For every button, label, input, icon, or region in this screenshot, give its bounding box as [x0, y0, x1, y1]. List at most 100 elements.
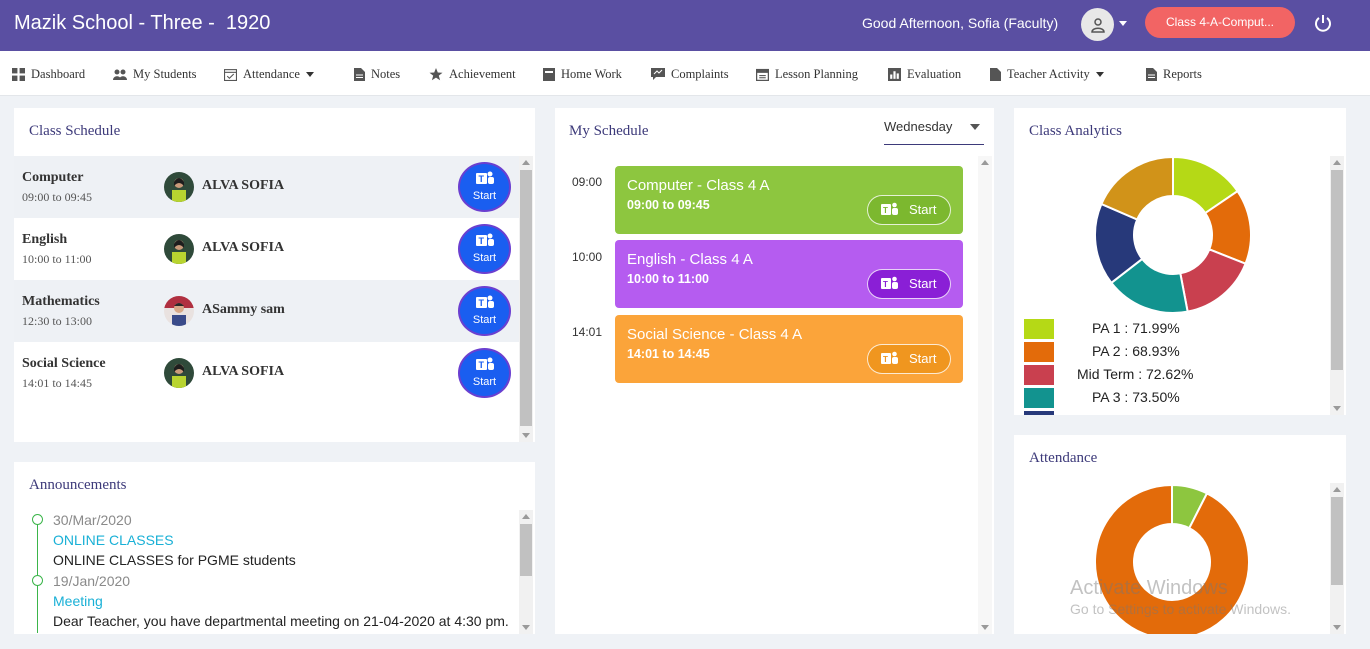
class-schedule-title: Class Schedule	[29, 123, 121, 139]
start-class-button[interactable]: T Start	[458, 348, 511, 398]
nav-label: Achievement	[449, 67, 516, 81]
calendar-icon	[756, 68, 769, 81]
nav-achievement[interactable]: Achievement	[429, 67, 516, 82]
subject-name: Mathematics	[22, 294, 100, 309]
schedule-event[interactable]: English - Class 4 A 10:00 to 11:00 T Sta…	[615, 240, 963, 308]
scroll-down-icon[interactable]	[522, 625, 530, 630]
scroll-down-icon[interactable]	[522, 433, 530, 438]
announcement-body: Dear Teacher, you have departmental meet…	[53, 613, 509, 629]
nav-notes[interactable]: Notes	[354, 67, 400, 82]
start-class-button[interactable]: T Start	[458, 162, 511, 212]
event-start-button[interactable]: T Start	[867, 195, 951, 225]
user-avatar-button[interactable]	[1081, 8, 1114, 41]
announcement-heading[interactable]: ONLINE CLASSES	[53, 532, 174, 548]
nav-home-work[interactable]: Home Work	[543, 67, 622, 82]
svg-text:T: T	[883, 206, 888, 215]
scroll-up-icon[interactable]	[522, 514, 530, 519]
teams-icon: T	[476, 171, 494, 184]
nav-teacher-activity[interactable]: Teacher Activity	[990, 67, 1104, 82]
top-bar: Mazik School - Three - 1920 Good Afterno…	[0, 0, 1370, 51]
schedule-scrollbar[interactable]	[519, 156, 533, 442]
nav-label: My Students	[133, 67, 197, 81]
analytics-scrollbar[interactable]	[1330, 156, 1344, 415]
user-menu-caret-icon[interactable]	[1119, 21, 1127, 26]
teams-icon: T	[881, 202, 898, 215]
start-class-button[interactable]: T Start	[458, 224, 511, 274]
timeline-dot	[32, 575, 43, 586]
file-icon	[354, 68, 365, 81]
event-start-button[interactable]: T Start	[867, 269, 951, 299]
start-label: Start	[472, 376, 497, 388]
scroll-thumb[interactable]	[520, 524, 532, 576]
nav-reports[interactable]: Reports	[1146, 67, 1202, 82]
schedule-row: Mathematics 12:30 to 13:00 ASammy sam T …	[14, 280, 519, 342]
legend-label: Mid Term : 72.62%	[1077, 366, 1194, 382]
greeting-text: Good Afternoon, Sofia (Faculty)	[862, 15, 1059, 31]
announcement-date: 30/Mar/2020	[53, 512, 132, 528]
school-title: Mazik School - Three - 1920	[14, 12, 271, 34]
grid-icon	[12, 68, 25, 81]
my-schedule-title: My Schedule	[569, 123, 649, 139]
scroll-up-icon[interactable]	[1333, 487, 1341, 492]
timeline-dot	[32, 514, 43, 525]
scroll-down-icon[interactable]	[1333, 625, 1341, 630]
subject-time: 12:30 to 13:00	[22, 314, 93, 328]
subject-name: Computer	[22, 170, 84, 185]
event-start-button[interactable]: T Start	[867, 344, 951, 374]
schedule-event[interactable]: Computer - Class 4 A 09:00 to 09:45 T St…	[615, 166, 963, 234]
nav-evaluation[interactable]: Evaluation	[888, 67, 961, 82]
nav-complaints[interactable]: Complaints	[651, 67, 729, 82]
legend-label: PA 3 : 73.50%	[1092, 389, 1180, 405]
legend-swatch	[1024, 365, 1054, 385]
teams-icon: T	[881, 276, 898, 289]
nav-label: Evaluation	[907, 67, 962, 81]
legend-swatch-partial	[1024, 411, 1054, 415]
teams-icon: T	[881, 351, 898, 364]
teacher-avatar	[164, 234, 194, 264]
file-icon	[990, 68, 1001, 81]
dropdown-underline	[884, 144, 984, 145]
nav-dashboard[interactable]: Dashboard	[12, 67, 85, 82]
svg-text:T: T	[883, 355, 888, 364]
hour-label: 09:00	[572, 175, 603, 189]
announcements-scrollbar[interactable]	[519, 510, 533, 634]
event-time: 09:00 to 09:45	[627, 198, 710, 212]
attendance-scrollbar[interactable]	[1330, 483, 1344, 634]
report-icon	[1146, 68, 1157, 81]
svg-text:T: T	[479, 298, 485, 308]
schedule-event[interactable]: Social Science - Class 4 A 14:01 to 14:4…	[615, 315, 963, 383]
star-icon	[429, 68, 443, 81]
nav-my-students[interactable]: My Students	[113, 67, 197, 82]
announcement-heading[interactable]: Meeting	[53, 593, 103, 609]
nav-label: Lesson Planning	[775, 67, 858, 81]
day-dropdown[interactable]: Wednesday	[884, 119, 952, 134]
chevron-down-icon[interactable]	[970, 124, 980, 130]
my-schedule-scrollbar[interactable]	[978, 156, 992, 634]
scroll-up-icon[interactable]	[522, 160, 530, 165]
nav-label: Attendance	[243, 67, 300, 81]
power-icon[interactable]	[1313, 13, 1333, 33]
scroll-up-icon[interactable]	[981, 160, 989, 165]
start-label: Start	[472, 252, 497, 264]
class-selector-button[interactable]: Class 4-A-Comput...	[1145, 7, 1295, 38]
scroll-thumb[interactable]	[1331, 497, 1343, 585]
teams-icon: T	[476, 295, 494, 308]
scroll-up-icon[interactable]	[1333, 160, 1341, 165]
subject-time: 09:00 to 09:45	[22, 190, 93, 204]
start-class-button[interactable]: T Start	[458, 286, 511, 336]
teacher-name: ALVA SOFIA	[202, 364, 285, 379]
main-nav: Dashboard My Students Attendance Notes A…	[0, 51, 1370, 96]
subject-time: 10:00 to 11:00	[22, 252, 92, 266]
nav-lesson-planning[interactable]: Lesson Planning	[756, 67, 858, 82]
scroll-thumb[interactable]	[1331, 170, 1343, 370]
svg-text:T: T	[883, 280, 888, 289]
scroll-thumb[interactable]	[520, 170, 532, 426]
schedule-row: English 10:00 to 11:00 ALVA SOFIA T Star…	[14, 218, 519, 280]
users-icon	[113, 69, 127, 80]
nav-attendance[interactable]: Attendance	[224, 67, 314, 82]
class-analytics-title: Class Analytics	[1029, 123, 1122, 139]
scroll-down-icon[interactable]	[1333, 406, 1341, 411]
scroll-down-icon[interactable]	[981, 625, 989, 630]
start-label: Start	[909, 351, 937, 366]
teacher-name: ALVA SOFIA	[202, 178, 285, 193]
